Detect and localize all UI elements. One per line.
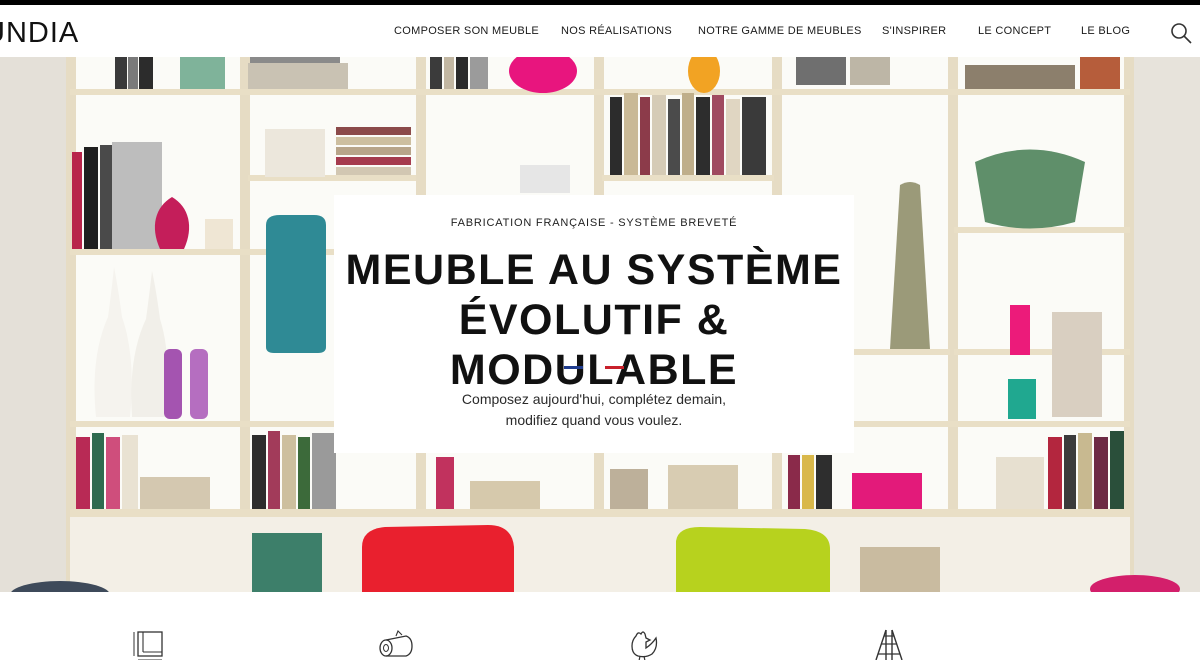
hero-subtitle-line1: Composez aujourd'hui, complétez demain, <box>461 391 727 407</box>
hero-text-card: FABRICATION FRANÇAISE - SYSTÈME BREVETÉ … <box>334 195 854 453</box>
site-header: UNDIA COMPOSER SON MEUBLE NOS RÉALISATIO… <box>0 5 1200 57</box>
nav-composer-son-meuble[interactable]: COMPOSER SON MEUBLE <box>394 25 539 37</box>
nav-le-concept[interactable]: LE CONCEPT <box>978 25 1051 37</box>
nav-nos-realisations[interactable]: NOS RÉALISATIONS <box>561 25 672 37</box>
hero-subtitle: Composez aujourd'hui, complétez demain, … <box>334 389 854 431</box>
nav-s-inspirer[interactable]: S'INSPIRER <box>882 25 946 37</box>
dimensions-icon <box>132 628 166 660</box>
hero-title-line1: MEUBLE AU SYSTÈME <box>345 246 843 294</box>
ladder-shelf-icon <box>872 628 906 660</box>
site-logo[interactable]: UNDIA <box>0 18 95 48</box>
flag-blue-stripe <box>564 366 583 369</box>
hero-subtitle-line2: modifiez quand vous voulez. <box>505 412 683 428</box>
hero-banner: FABRICATION FRANÇAISE - SYSTÈME BREVETÉ … <box>0 57 1200 592</box>
logo-text: UNDIA <box>0 18 80 48</box>
search-icon[interactable] <box>1170 22 1192 44</box>
features-strip <box>0 592 1200 660</box>
hero-title: MEUBLE AU SYSTÈME ÉVOLUTIF & MODULABLE <box>314 245 874 395</box>
flag-red-stripe <box>605 366 624 369</box>
rooster-icon <box>626 628 660 660</box>
nav-notre-gamme[interactable]: NOTRE GAMME DE MEUBLES <box>698 25 862 37</box>
hero-kicker: FABRICATION FRANÇAISE - SYSTÈME BREVETÉ <box>450 217 738 229</box>
wood-log-icon <box>378 628 413 660</box>
hero-title-line2: ÉVOLUTIF & MODULABLE <box>449 296 739 394</box>
nav-le-blog[interactable]: LE BLOG <box>1081 25 1130 37</box>
